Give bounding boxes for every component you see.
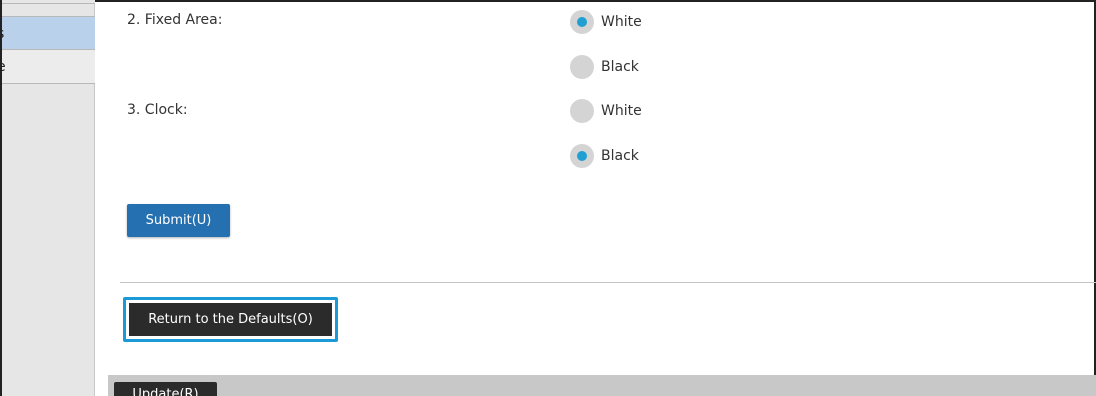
radio-unselected-icon	[570, 55, 594, 79]
sidebar-item[interactable]: e	[2, 50, 95, 84]
radio-label: White	[601, 103, 642, 119]
submit-button[interactable]: Submit(U)	[127, 204, 230, 237]
sidebar-item-partial[interactable]	[2, 0, 95, 4]
return-to-defaults-button[interactable]: Return to the Defaults(O)	[129, 303, 332, 336]
bottom-toolbar	[108, 375, 1096, 396]
clock-black-radio[interactable]: Black	[570, 144, 639, 168]
fixed-area-label: 2. Fixed Area:	[127, 12, 223, 28]
radio-unselected-icon	[570, 99, 594, 123]
radio-label: Black	[601, 59, 639, 75]
clock-white-radio[interactable]: White	[570, 99, 642, 123]
sidebar-item-selected[interactable]: s	[2, 16, 95, 50]
fixed-area-white-radio[interactable]: White	[570, 10, 642, 34]
focus-ring: Return to the Defaults(O)	[123, 297, 338, 342]
radio-selected-icon	[570, 144, 594, 168]
radio-label: White	[601, 14, 642, 30]
fixed-area-black-radio[interactable]: Black	[570, 55, 639, 79]
sidebar: s e	[2, 0, 95, 396]
sidebar-item-label: s	[2, 26, 4, 42]
divider	[120, 282, 1096, 283]
update-button[interactable]: Update(R)	[114, 382, 217, 396]
radio-label: Black	[601, 148, 639, 164]
sidebar-item-label: e	[2, 59, 6, 75]
clock-label: 3. Clock:	[127, 102, 188, 118]
radio-selected-icon	[570, 10, 594, 34]
